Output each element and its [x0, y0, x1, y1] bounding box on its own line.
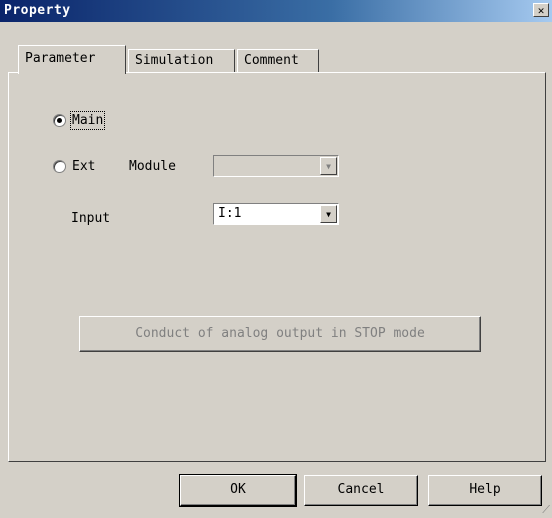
- ok-button[interactable]: OK: [179, 474, 297, 507]
- tab-comment[interactable]: Comment: [237, 49, 319, 73]
- ext-radio-row[interactable]: Ext: [53, 159, 95, 174]
- analog-output-stop-mode-button[interactable]: Conduct of analog output in STOP mode: [79, 316, 481, 352]
- window-title: Property: [4, 3, 71, 18]
- chevron-down-icon[interactable]: ▼: [320, 205, 337, 223]
- input-label: Input: [71, 211, 111, 226]
- input-value: I:1: [218, 206, 242, 221]
- tab-simulation[interactable]: Simulation: [128, 49, 235, 73]
- cancel-button[interactable]: Cancel: [304, 475, 418, 506]
- main-radio[interactable]: [53, 114, 66, 127]
- close-button[interactable]: ✕: [533, 3, 549, 17]
- main-radio-row[interactable]: Main: [53, 111, 106, 130]
- module-select[interactable]: ▼: [213, 155, 339, 177]
- title-bar[interactable]: Property ✕: [0, 0, 552, 22]
- main-label: Main: [69, 111, 106, 130]
- ext-radio[interactable]: [53, 160, 66, 173]
- ext-label: Ext: [72, 159, 96, 174]
- input-select[interactable]: I:1 ▼: [213, 203, 339, 225]
- parameter-panel: Main Ext Module ▼ Input I:1 ▼ Conduct of…: [8, 72, 546, 462]
- help-button[interactable]: Help: [428, 475, 542, 506]
- property-dialog: Property ✕ Parameter Simulation Comment …: [0, 0, 552, 518]
- tab-parameter[interactable]: Parameter: [18, 45, 126, 74]
- resize-grip-icon[interactable]: ⟋: [538, 504, 550, 516]
- chevron-down-icon[interactable]: ▼: [320, 157, 337, 175]
- close-icon: ✕: [537, 3, 545, 17]
- module-label: Module: [129, 159, 176, 174]
